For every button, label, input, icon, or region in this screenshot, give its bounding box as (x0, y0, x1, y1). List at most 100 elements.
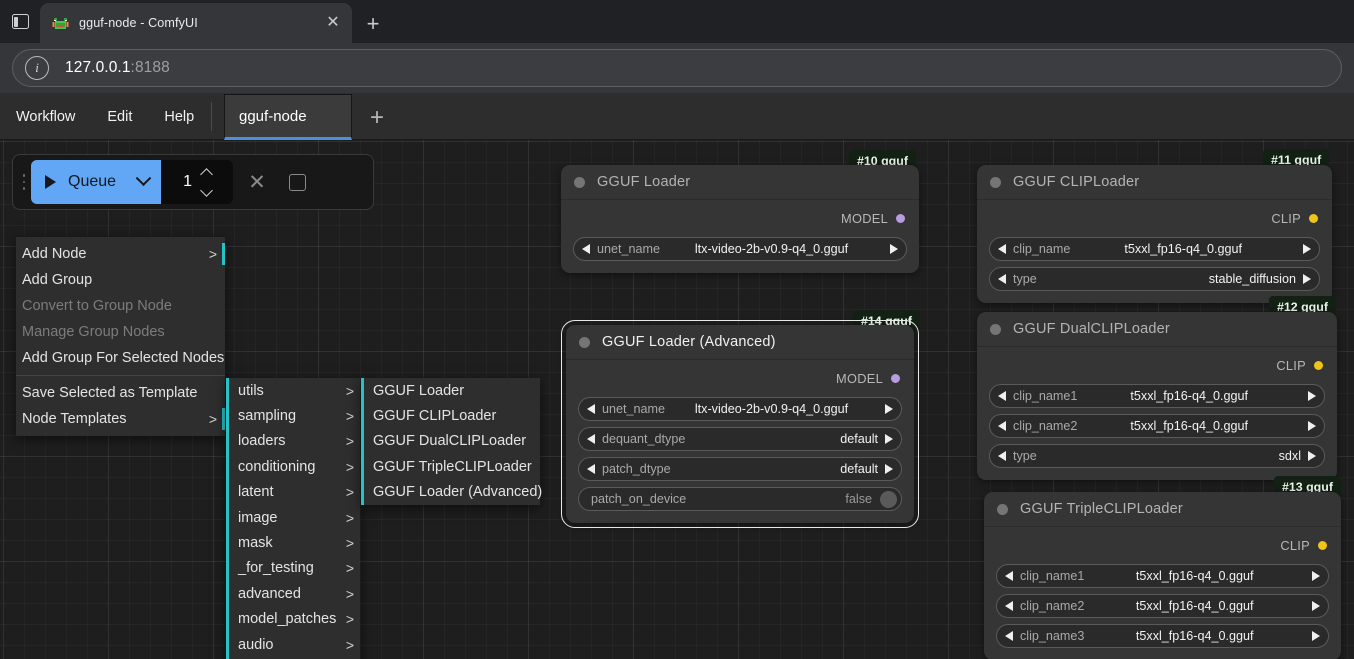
ctx-category-for-testing[interactable]: _for_testing > (226, 555, 360, 582)
widget-clip-name[interactable]: clip_name t5xxl_fp16-q4_0.gguf (989, 237, 1320, 261)
chevron-left-icon[interactable] (998, 421, 1006, 431)
info-circle-icon[interactable]: i (25, 56, 49, 80)
node-title-bar[interactable]: GGUF TripleCLIPLoader (984, 492, 1341, 527)
node-gguf-triplecliploader[interactable]: GGUF TripleCLIPLoader CLIP clip_name1 t5… (984, 492, 1341, 659)
chevron-right-icon[interactable] (1312, 601, 1320, 611)
chevron-right-icon[interactable] (1303, 244, 1312, 254)
chevron-right-icon[interactable] (1308, 421, 1316, 431)
chevron-left-icon[interactable] (582, 244, 590, 254)
ctx-item-node-templates[interactable]: Node Templates > (16, 406, 225, 432)
menu-item-edit[interactable]: Edit (91, 93, 148, 140)
node-title-bar[interactable]: GGUF Loader (Advanced) (566, 325, 914, 360)
widget-clip-name2[interactable]: clip_name2 t5xxl_fp16-q4_0.gguf (989, 414, 1325, 438)
collapse-dot-icon[interactable] (990, 176, 1001, 188)
chevron-right-icon[interactable] (885, 434, 893, 444)
output-dot-model[interactable] (891, 374, 900, 383)
menu-item-help[interactable]: Help (148, 93, 210, 140)
node-output-clip[interactable]: CLIP (989, 353, 1325, 378)
widget-unet-name[interactable]: unet_name ltx-video-2b-v0.9-q4_0.gguf (578, 397, 902, 421)
chevron-left-icon[interactable] (587, 464, 595, 474)
chevron-left-icon[interactable] (998, 274, 1006, 284)
output-dot-clip[interactable] (1318, 541, 1327, 550)
collapse-dot-icon[interactable] (574, 176, 585, 188)
ctx-item-save-selected-as-template[interactable]: Save Selected as Template (16, 380, 225, 406)
stop-square-icon[interactable] (277, 160, 317, 204)
chevron-up-icon[interactable] (200, 167, 213, 181)
ctx-node-gguf-loader-advanced[interactable]: GGUF Loader (Advanced) (361, 479, 542, 505)
ctx-category-mask[interactable]: mask > (226, 530, 360, 556)
output-dot-model[interactable] (896, 214, 905, 223)
chevron-right-icon[interactable] (1308, 451, 1316, 461)
collapse-dot-icon[interactable] (579, 336, 590, 348)
widget-unet-name[interactable]: unet_name ltx-video-2b-v0.9-q4_0.gguf (573, 237, 907, 261)
output-dot-clip[interactable] (1309, 214, 1318, 223)
chevron-left-icon[interactable] (1005, 601, 1013, 611)
chevron-down-icon[interactable] (135, 169, 152, 186)
ctx-node-gguf-loader[interactable]: GGUF Loader (361, 378, 540, 404)
node-gguf-cliploader[interactable]: GGUF CLIPLoader CLIP clip_name t5xxl_fp1… (977, 165, 1332, 303)
chevron-right-icon[interactable] (1312, 631, 1320, 641)
collapse-dot-icon[interactable] (990, 323, 1001, 335)
close-icon[interactable]: ✕ (322, 12, 344, 34)
chevron-right-icon[interactable] (1308, 391, 1316, 401)
ctx-node-gguf-triplecliploader[interactable]: GGUF TripleCLIPLoader (361, 454, 540, 480)
chevron-right-icon[interactable] (890, 244, 899, 254)
ctx-category-utils[interactable]: utils > (226, 378, 360, 404)
ctx-item-add-group-for-selected-nodes[interactable]: Add Group For Selected Nodes (16, 345, 225, 371)
menu-item-workflow[interactable]: Workflow (0, 93, 91, 140)
quantity-stepper[interactable] (200, 167, 213, 197)
ctx-category-latent[interactable]: latent > (226, 479, 360, 505)
chevron-left-icon[interactable] (998, 451, 1006, 461)
node-gguf-loader-advanced[interactable]: GGUF Loader (Advanced) MODEL unet_name l… (561, 320, 919, 528)
node-output-clip[interactable]: CLIP (996, 533, 1329, 558)
ctx-item-add-node[interactable]: Add Node > (16, 241, 225, 267)
ctx-category-model-patches[interactable]: model_patches > (226, 606, 360, 632)
chevron-right-icon[interactable] (1303, 274, 1311, 284)
node-gguf-dualcliploader[interactable]: GGUF DualCLIPLoader CLIP clip_name1 t5xx… (977, 312, 1337, 480)
plus-icon[interactable]: + (358, 9, 388, 38)
ctx-category-loaders[interactable]: loaders > (226, 428, 360, 455)
chevron-right-icon[interactable] (885, 464, 893, 474)
node-output-model[interactable]: MODEL (578, 366, 902, 391)
chevron-right-icon[interactable] (885, 404, 894, 414)
workflow-tab-gguf-node[interactable]: gguf-node (224, 94, 352, 140)
ctx-node-gguf-cliploader[interactable]: GGUF CLIPLoader (361, 403, 540, 429)
node-title-bar[interactable]: GGUF DualCLIPLoader (977, 312, 1337, 347)
output-dot-clip[interactable] (1314, 361, 1323, 370)
widget-clip-name1[interactable]: clip_name1 t5xxl_fp16-q4_0.gguf (996, 564, 1329, 588)
chevron-left-icon[interactable] (998, 391, 1006, 401)
ctx-category-advanced[interactable]: advanced > (226, 581, 360, 607)
widget-clip-name1[interactable]: clip_name1 t5xxl_fp16-q4_0.gguf (989, 384, 1325, 408)
chevron-down-icon[interactable] (200, 183, 213, 197)
graph-canvas[interactable]: Queue 1 ✕ #10 gguf GGUF Loader MODEL une… (0, 140, 1354, 659)
batch-count-field[interactable]: 1 (161, 160, 234, 204)
sidebar-panel-icon[interactable] (6, 8, 34, 35)
chevron-left-icon[interactable] (587, 434, 595, 444)
node-output-clip[interactable]: CLIP (989, 206, 1320, 231)
add-workflow-plus-icon[interactable]: + (363, 104, 391, 132)
widget-patch-dtype[interactable]: patch_dtype default (578, 457, 902, 481)
widget-clip-name3[interactable]: clip_name3 t5xxl_fp16-q4_0.gguf (996, 624, 1329, 648)
widget-type[interactable]: type stable_diffusion (989, 267, 1320, 291)
ctx-category-image[interactable]: image > (226, 504, 360, 531)
ctx-item-add-group[interactable]: Add Group (16, 267, 225, 293)
chevron-right-icon[interactable] (1312, 571, 1320, 581)
widget-dequant-dtype[interactable]: dequant_dtype default (578, 427, 902, 451)
queue-button[interactable]: Queue (31, 160, 162, 204)
chevron-left-icon[interactable] (587, 404, 595, 414)
ctx-category-audio[interactable]: audio > (226, 631, 360, 658)
node-title-bar[interactable]: GGUF CLIPLoader (977, 165, 1332, 200)
chevron-left-icon[interactable] (998, 244, 1006, 254)
address-bar[interactable]: i 127.0.0.1:8188 (12, 49, 1342, 87)
chevron-left-icon[interactable] (1005, 571, 1013, 581)
widget-clip-name2[interactable]: clip_name2 t5xxl_fp16-q4_0.gguf (996, 594, 1329, 618)
node-title-bar[interactable]: GGUF Loader (561, 165, 919, 200)
ctx-node-gguf-dualcliploader[interactable]: GGUF DualCLIPLoader (361, 428, 540, 455)
node-output-model[interactable]: MODEL (573, 206, 907, 231)
chevron-left-icon[interactable] (1005, 631, 1013, 641)
collapse-dot-icon[interactable] (997, 503, 1008, 515)
drag-dots-icon[interactable] (17, 162, 31, 202)
widget-patch-on-device[interactable]: patch_on_device false (578, 487, 902, 511)
widget-type[interactable]: type sdxl (989, 444, 1325, 468)
ctx-category-sampling[interactable]: sampling > (226, 403, 360, 429)
